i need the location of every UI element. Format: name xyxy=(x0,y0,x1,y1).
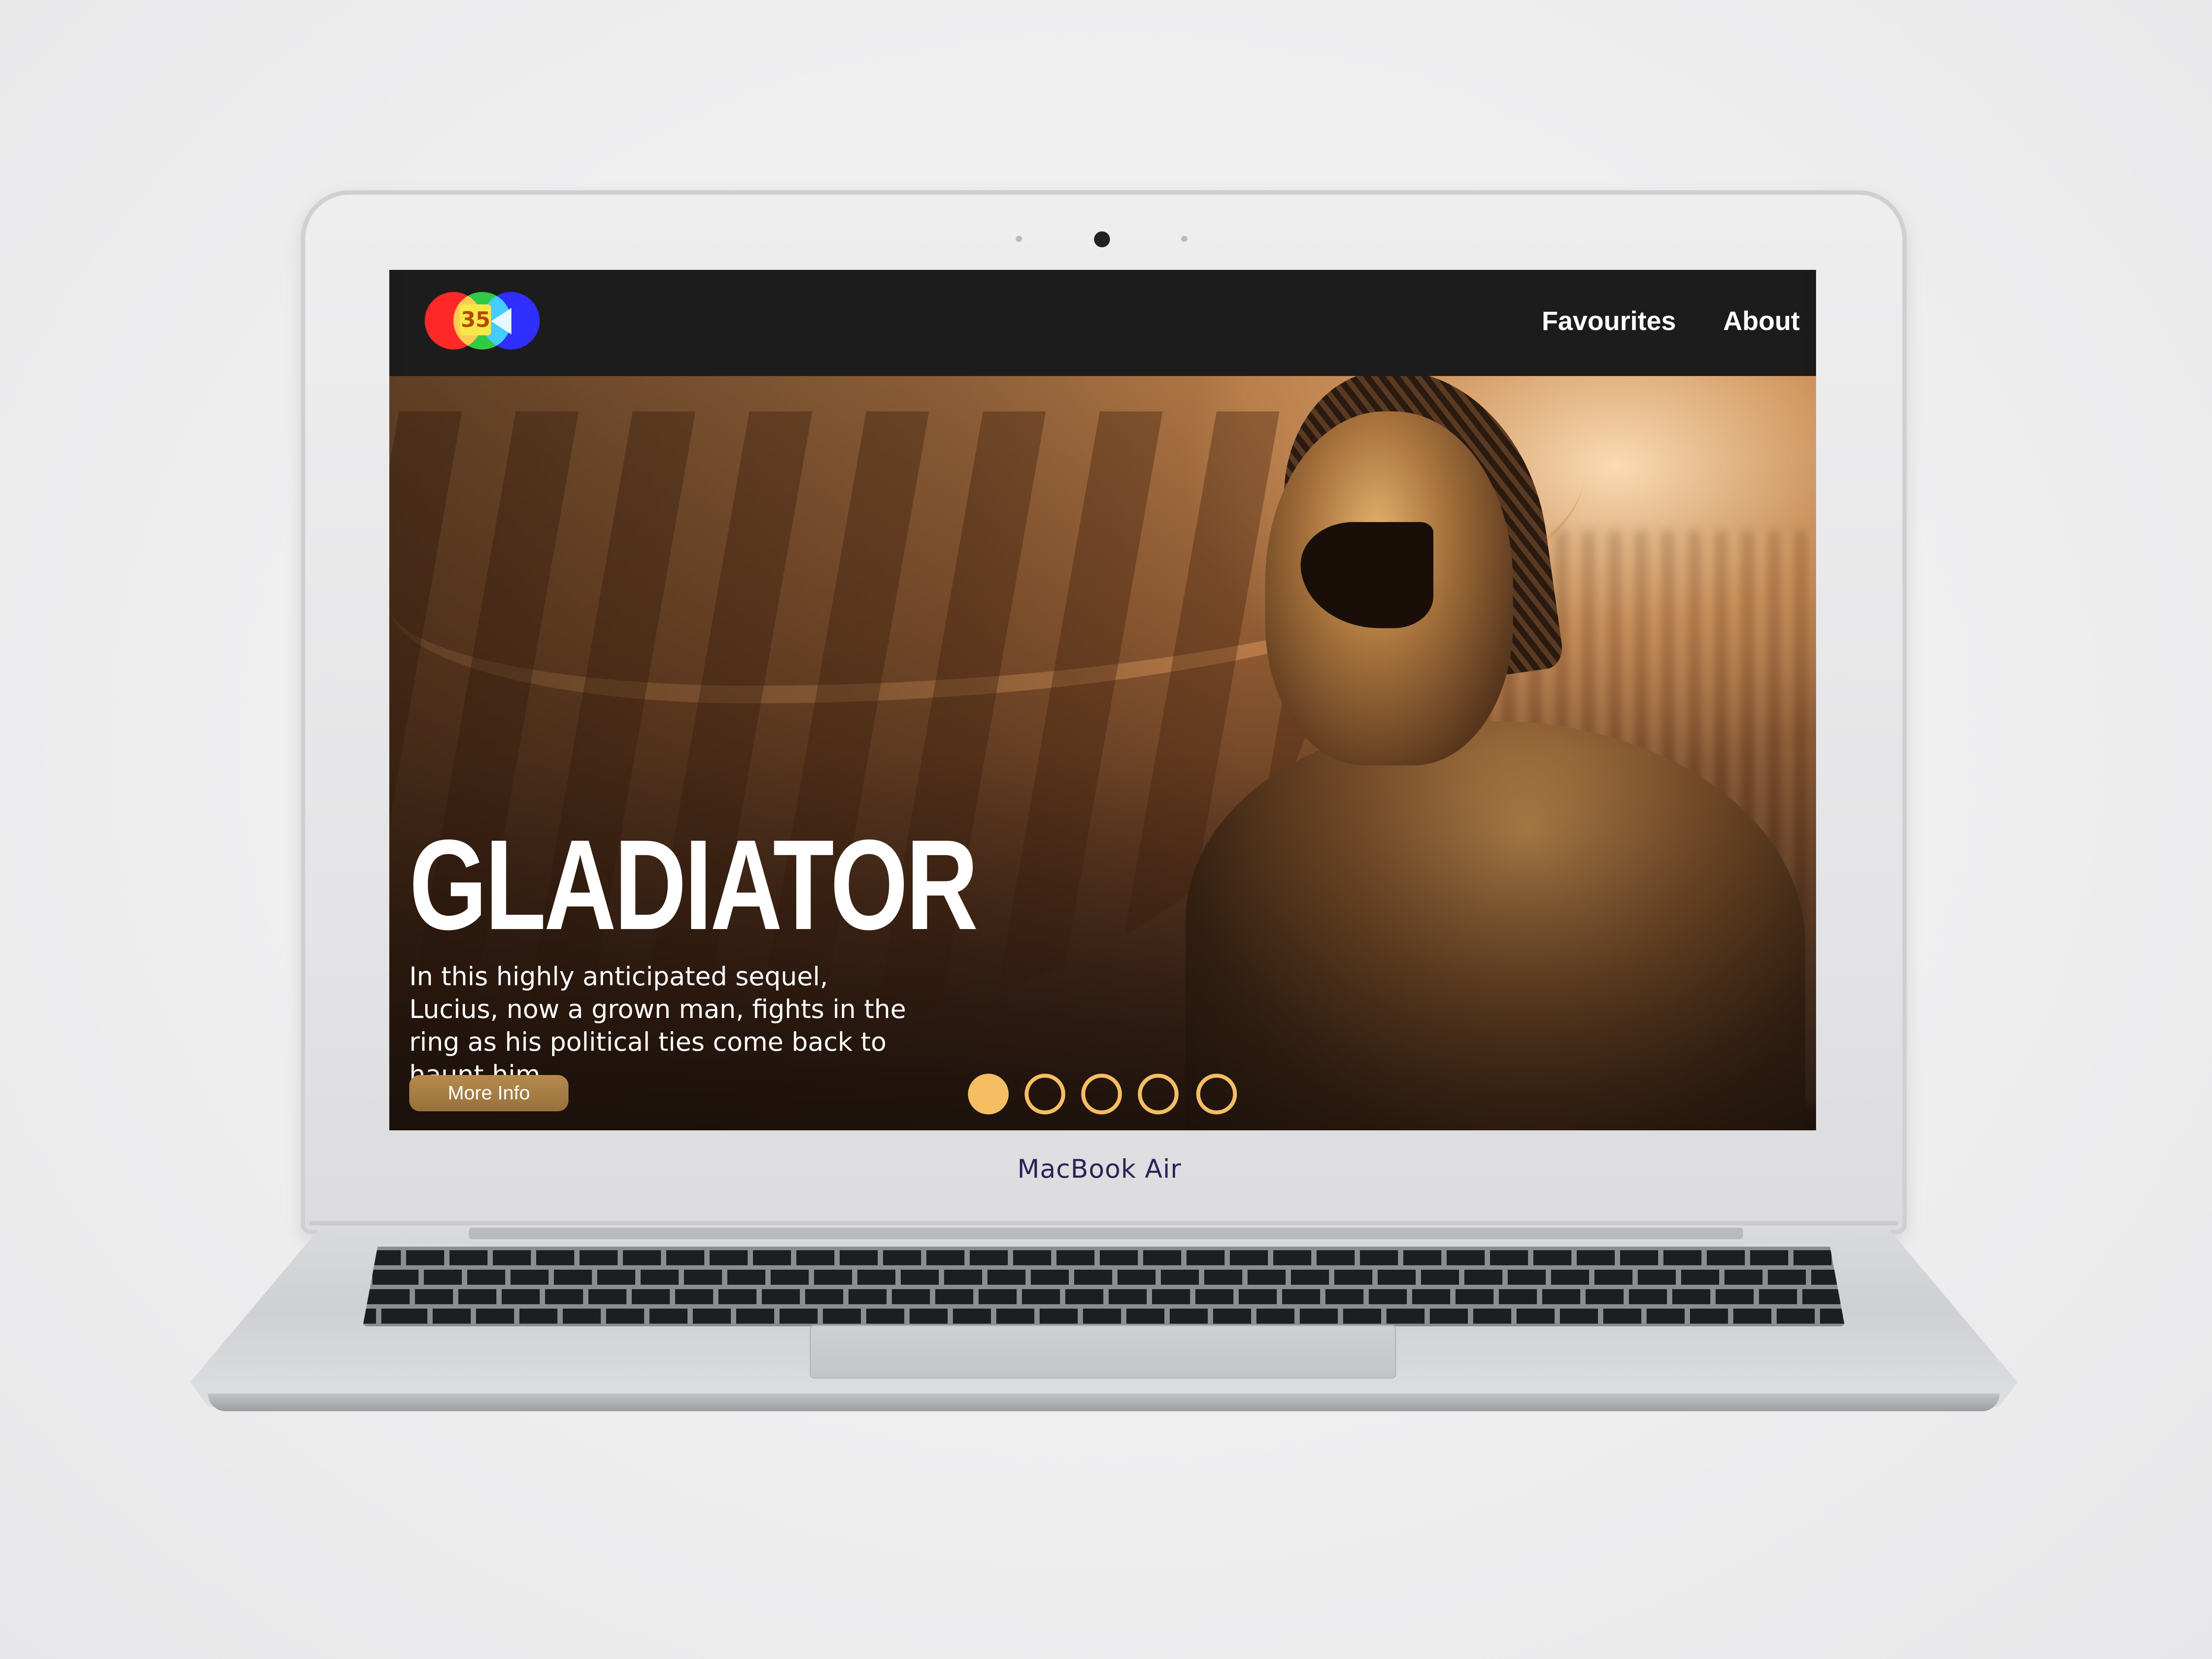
webcam xyxy=(1094,231,1110,247)
play-icon xyxy=(491,308,511,334)
logo-number: 35 xyxy=(460,304,491,335)
top-navbar: 35 Favourites About xyxy=(403,270,1803,376)
key-row xyxy=(363,1250,1845,1265)
hero-description: In this highly anticipated sequel, Luciu… xyxy=(409,961,906,1090)
keyboard xyxy=(363,1247,1845,1326)
bezel-bottom-edge xyxy=(310,1221,1898,1225)
nav-link-about[interactable]: About xyxy=(1723,303,1816,339)
ambient-sensor-right xyxy=(1181,236,1187,242)
trackpad xyxy=(810,1325,1396,1379)
ambient-sensor xyxy=(1016,236,1022,242)
laptop-front-edge xyxy=(208,1394,2000,1411)
carousel-dot-4[interactable] xyxy=(1138,1074,1179,1114)
carousel-indicators xyxy=(968,1071,1251,1120)
hero-banner: GLADIATOR In this highly anticipated seq… xyxy=(389,376,1816,1130)
laptop-hinge xyxy=(469,1228,1743,1239)
carousel-dot-1[interactable] xyxy=(968,1074,1009,1114)
key-row xyxy=(363,1309,1845,1324)
site-logo[interactable]: 35 xyxy=(425,292,540,349)
key-row xyxy=(363,1289,1845,1304)
nav-link-favourites[interactable]: Favourites xyxy=(1542,303,1710,339)
carousel-dot-5[interactable] xyxy=(1196,1074,1237,1114)
hero-title: GLADIATOR xyxy=(409,813,978,956)
laptop-screen: GLADIATOR In this highly anticipated seq… xyxy=(389,270,1816,1130)
key-row xyxy=(363,1270,1845,1285)
carousel-dot-3[interactable] xyxy=(1081,1074,1122,1114)
device-brand-label: MacBook Air xyxy=(1017,1154,1182,1184)
carousel-dot-2[interactable] xyxy=(1025,1074,1065,1114)
more-info-button[interactable]: More Info xyxy=(409,1075,568,1111)
